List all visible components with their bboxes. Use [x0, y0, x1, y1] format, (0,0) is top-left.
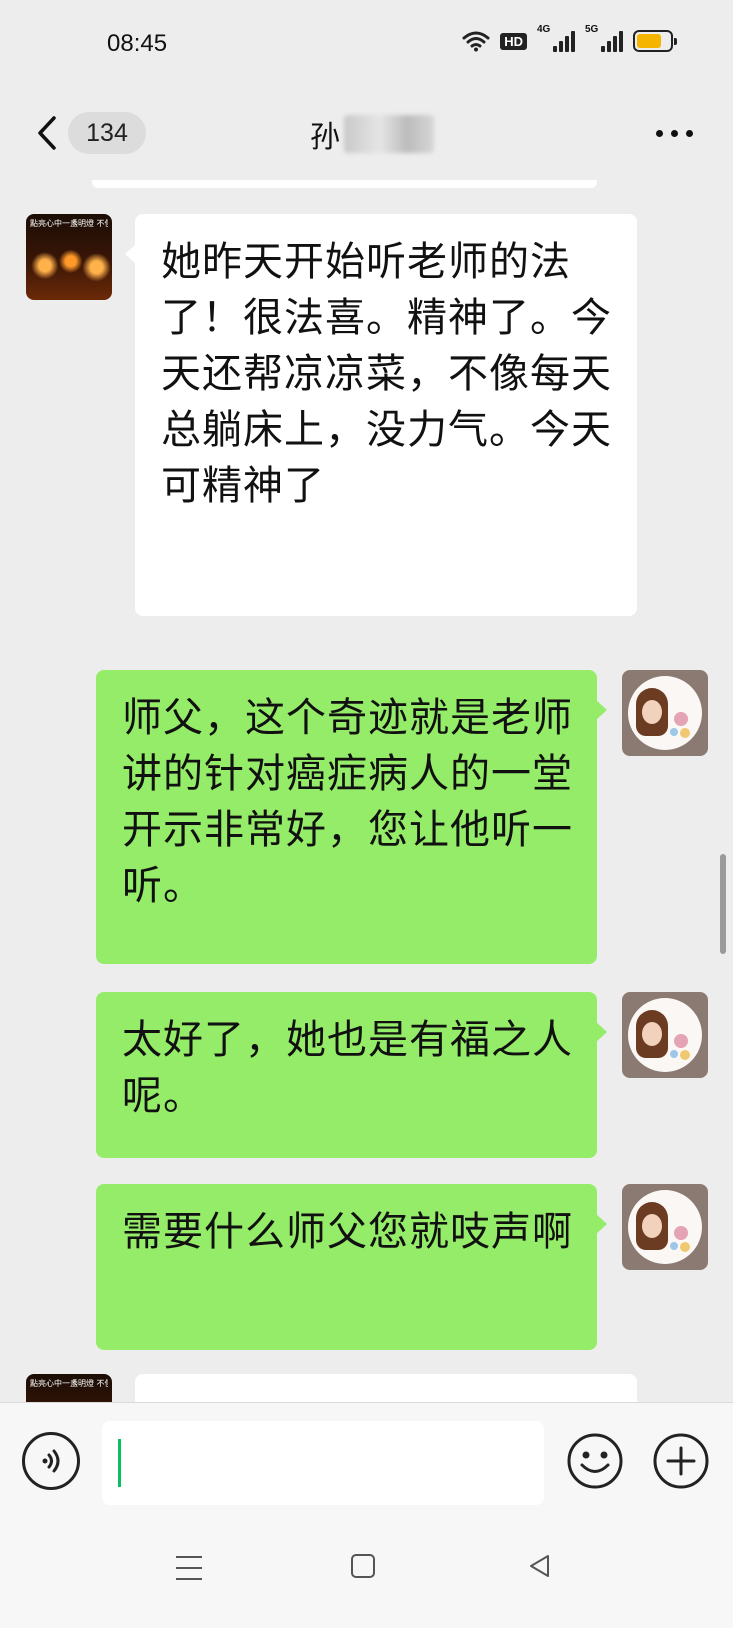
more-dots-icon[interactable]	[656, 130, 693, 137]
my-avatar[interactable]	[622, 670, 708, 756]
unread-count-badge[interactable]: 134	[68, 112, 146, 154]
network-type-1: 4G	[537, 24, 551, 35]
blurred-name	[344, 115, 434, 153]
message-bubble-incoming[interactable]	[135, 1374, 637, 1402]
plus-icon[interactable]	[652, 1432, 710, 1490]
hd-badge: HD	[500, 32, 527, 50]
network-type-2: 5G	[585, 24, 599, 35]
message-text: 需要什么师父您就吱声啊	[122, 1209, 573, 1255]
message-bubble-outgoing[interactable]: 太好了，她也是有福之人呢。	[96, 992, 607, 1158]
battery-icon	[633, 30, 677, 52]
voice-icon[interactable]	[22, 1432, 80, 1490]
back-triangle-icon[interactable]	[526, 1552, 554, 1580]
message-bubble-incoming[interactable]: 她昨天开始听老师的法了！很法喜。精神了。今天还帮凉凉菜，不像每天总躺床上，没力气…	[125, 214, 637, 616]
message-text: 她昨天开始听老师的法了！很法喜。精神了。今天还帮凉凉菜，不像每天总躺床上，没力气…	[161, 239, 612, 509]
message-text: 太好了，她也是有福之人呢。	[122, 1017, 573, 1119]
message-bubble-outgoing[interactable]: 需要什么师父您就吱声啊	[96, 1184, 607, 1350]
contact-avatar[interactable]: 點亮心中一盞明燈 不但照亮自己 也照亮人間	[26, 214, 112, 300]
menu-icon[interactable]	[176, 1556, 202, 1580]
scrollbar[interactable]	[720, 854, 726, 954]
status-icons: HD 4G 5G	[462, 24, 677, 52]
chevron-left-icon[interactable]	[32, 108, 62, 158]
message-text: 师父，这个奇迹就是老师讲的针对癌症病人的一堂开示非常好，您让他听一听。	[122, 695, 573, 909]
emoji-icon[interactable]	[566, 1432, 624, 1490]
my-avatar[interactable]	[622, 1184, 708, 1270]
signal-icon-2: 5G	[585, 24, 623, 52]
contact-avatar[interactable]: 點亮心中一盞明燈 不但照亮自己 也照亮人間	[26, 1374, 112, 1402]
avatar-caption: 點亮心中一盞明燈 不但照亮自己 也照亮人間	[30, 219, 108, 228]
system-nav-bar	[0, 1520, 733, 1628]
message-list[interactable]: 點亮心中一盞明燈 不但照亮自己 也照亮人間 她昨天开始听老师的法了！很法喜。精神…	[0, 180, 733, 1402]
message-input[interactable]	[102, 1421, 544, 1505]
previous-message-edge	[92, 180, 597, 188]
message-bubble-outgoing[interactable]: 师父，这个奇迹就是老师讲的针对癌症病人的一堂开示非常好，您让他听一听。	[96, 670, 607, 964]
status-time: 08:45	[107, 30, 168, 57]
wifi-icon	[462, 31, 490, 52]
chat-title[interactable]: 孙	[310, 112, 434, 156]
my-avatar[interactable]	[622, 992, 708, 1078]
chat-header: 134 孙	[0, 90, 733, 180]
contact-name: 孙	[310, 120, 340, 155]
input-bar	[0, 1402, 733, 1520]
home-icon[interactable]	[351, 1554, 375, 1578]
signal-icon-1: 4G	[537, 24, 575, 52]
status-bar: 08:45 HD 4G 5G	[0, 0, 733, 90]
avatar-caption: 點亮心中一盞明燈 不但照亮自己 也照亮人間	[30, 1379, 108, 1388]
battery-fill	[637, 34, 661, 48]
text-caret	[118, 1439, 121, 1487]
